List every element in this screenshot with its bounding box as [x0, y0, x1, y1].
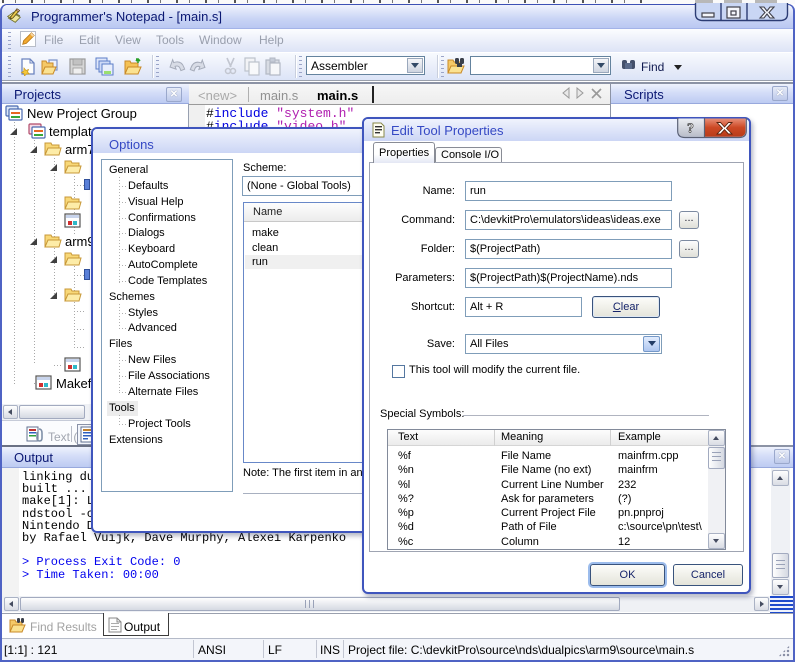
svg-text:?: ?	[687, 122, 694, 137]
